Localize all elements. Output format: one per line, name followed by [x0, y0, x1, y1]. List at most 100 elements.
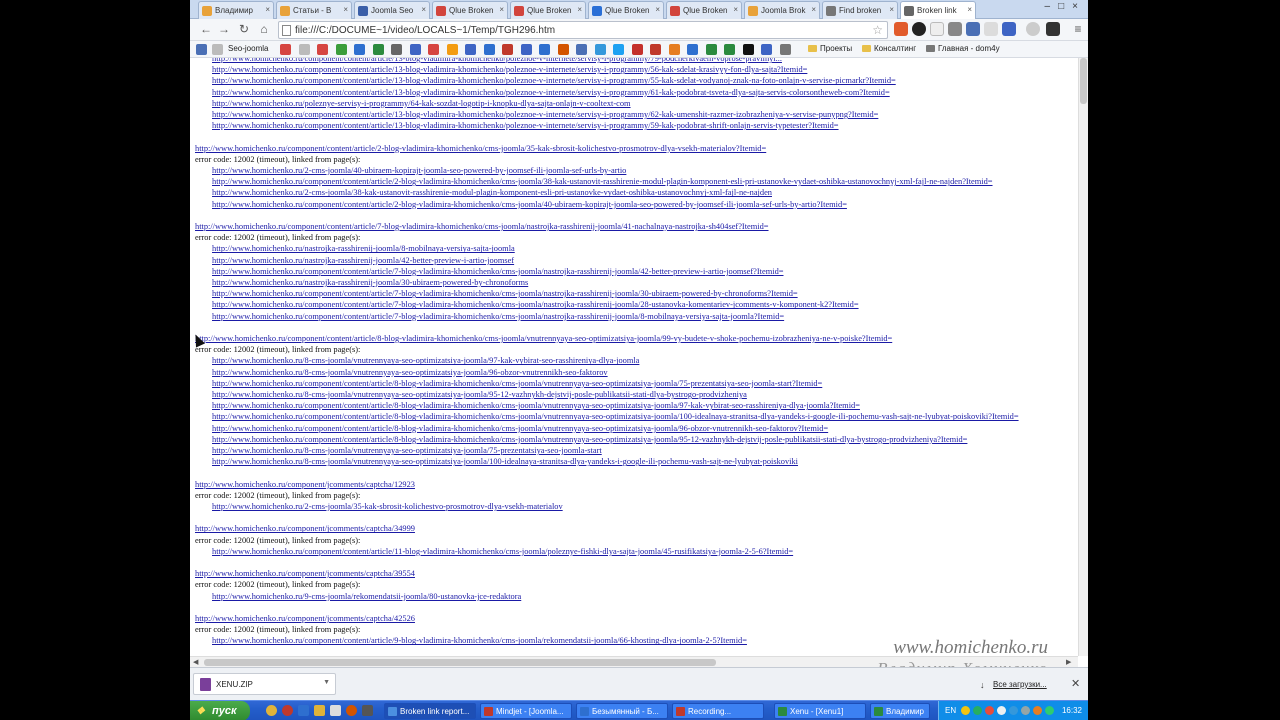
- referrer-link[interactable]: http://www.homichenko.ru/component/conte…: [212, 109, 878, 120]
- taskbar-button[interactable]: Владимир: [870, 703, 930, 719]
- home-icon[interactable]: ⌂: [256, 22, 272, 36]
- extension-icon[interactable]: [966, 22, 980, 36]
- bookmark-icon[interactable]: [465, 44, 476, 55]
- referrer-link[interactable]: http://www.homichenko.ru/poleznye-servis…: [212, 98, 631, 109]
- bookmark-icon[interactable]: [483, 44, 495, 55]
- referrer-link[interactable]: http://www.homichenko.ru/8-cms-joomla/vn…: [212, 355, 639, 366]
- bookmark-icon[interactable]: [335, 44, 347, 55]
- quicklaunch-icon[interactable]: [314, 705, 325, 716]
- referrer-link[interactable]: http://www.homichenko.ru/8-cms-joomla/vn…: [212, 389, 747, 400]
- close-icon[interactable]: ×: [811, 5, 816, 14]
- referrer-link[interactable]: http://www.homichenko.ru/component/conte…: [212, 635, 747, 646]
- close-icon[interactable]: ✕: [1071, 677, 1080, 690]
- broken-link[interactable]: http://www.homichenko.ru/component/jcomm…: [195, 613, 415, 624]
- tray-icon[interactable]: [1033, 706, 1042, 715]
- bookmark-icon[interactable]: [613, 44, 624, 55]
- bookmark-icon[interactable]: [742, 44, 754, 55]
- tray-icon[interactable]: [961, 706, 970, 715]
- extension-icon[interactable]: [1046, 22, 1060, 36]
- bookmark-icon[interactable]: [317, 44, 328, 55]
- referrer-link[interactable]: http://www.homichenko.ru/component/conte…: [212, 546, 793, 557]
- bookmark-icon[interactable]: [705, 44, 717, 55]
- quicklaunch-icon[interactable]: [330, 705, 341, 716]
- referrer-link[interactable]: http://www.homichenko.ru/component/conte…: [212, 434, 967, 445]
- bookmark-seo-joomla[interactable]: Seo-joomla: [228, 44, 268, 53]
- broken-link[interactable]: http://www.homichenko.ru/component/conte…: [195, 333, 892, 344]
- extension-icon[interactable]: [1026, 22, 1040, 36]
- tray-icon[interactable]: [997, 706, 1006, 715]
- reload-icon[interactable]: ↻: [236, 22, 252, 36]
- extension-icon[interactable]: [1002, 22, 1016, 36]
- bookmark-icon[interactable]: [687, 44, 698, 55]
- referrer-link[interactable]: http://www.homichenko.ru/8-cms-joomla/vn…: [212, 456, 798, 467]
- referrer-link[interactable]: http://www.homichenko.ru/8-cms-joomla/vn…: [212, 367, 608, 378]
- referrer-link[interactable]: http://www.homichenko.ru/9-cms-joomla/re…: [212, 591, 521, 602]
- referrer-link[interactable]: http://www.homichenko.ru/component/conte…: [212, 75, 896, 86]
- broken-link[interactable]: http://www.homichenko.ru/component/conte…: [195, 143, 766, 154]
- tab[interactable]: Joomla Seo ×: [354, 1, 430, 19]
- extension-icon[interactable]: [948, 22, 962, 36]
- quicklaunch-icon[interactable]: [298, 705, 309, 716]
- close-icon[interactable]: ×: [499, 5, 504, 14]
- back-icon[interactable]: ←: [198, 22, 214, 36]
- bookmark-icon[interactable]: [594, 44, 606, 55]
- bookmark-icon[interactable]: [354, 44, 365, 55]
- extension-icon[interactable]: [912, 22, 926, 36]
- extension-icon[interactable]: [984, 22, 998, 36]
- bookmark-icon[interactable]: [212, 44, 223, 55]
- quicklaunch-icon[interactable]: [346, 705, 357, 716]
- tab[interactable]: Qlue Broken ×: [510, 1, 586, 19]
- bookmark-icon[interactable]: [391, 44, 402, 55]
- bookmark-icon[interactable]: [280, 44, 291, 55]
- menu-icon[interactable]: ≡: [1070, 22, 1086, 36]
- close-icon[interactable]: ×: [655, 5, 660, 14]
- bookmark-folder-projects[interactable]: Проекты: [808, 44, 852, 53]
- taskbar-button[interactable]: Xenu - [Xenu1]: [774, 703, 866, 719]
- chevron-down-icon[interactable]: ▼: [323, 679, 330, 686]
- language-indicator[interactable]: EN: [945, 706, 956, 715]
- referrer-link[interactable]: http://www.homichenko.ru/nastrojka-rassh…: [212, 243, 515, 254]
- scroll-left-icon[interactable]: ◀: [193, 658, 198, 666]
- tab[interactable]: Find broken ×: [822, 1, 898, 19]
- close-icon[interactable]: ×: [733, 5, 738, 14]
- bookmark-icon[interactable]: [650, 44, 661, 55]
- bookmark-icon[interactable]: [446, 44, 458, 55]
- referrer-link[interactable]: http://www.homichenko.ru/2-cms-joomla/40…: [212, 165, 626, 176]
- broken-link[interactable]: http://www.homichenko.ru/component/jcomm…: [195, 523, 415, 534]
- address-bar[interactable]: file:///C:/DOCUME~1/video/LOCALS~1/Temp/…: [278, 21, 888, 39]
- referrer-link[interactable]: http://www.homichenko.ru/component/conte…: [212, 378, 822, 389]
- bookmark-apps-icon[interactable]: [196, 44, 207, 55]
- broken-link[interactable]: http://www.homichenko.ru/component/conte…: [195, 221, 769, 232]
- tray-icon[interactable]: [973, 706, 982, 715]
- close-icon[interactable]: ×: [577, 5, 582, 14]
- tab[interactable]: Broken link ×: [900, 1, 976, 19]
- referrer-link[interactable]: http://www.homichenko.ru/component/conte…: [212, 288, 798, 299]
- quicklaunch-icon[interactable]: [362, 705, 373, 716]
- broken-link[interactable]: http://www.homichenko.ru/component/jcomm…: [195, 479, 415, 490]
- referrer-link[interactable]: http://www.homichenko.ru/component/conte…: [212, 64, 807, 75]
- bookmark-icon[interactable]: [557, 44, 569, 55]
- bookmark-icon[interactable]: [668, 44, 680, 55]
- bookmark-icon[interactable]: [761, 44, 772, 55]
- referrer-link[interactable]: http://www.homichenko.ru/component/conte…: [212, 423, 828, 434]
- bookmark-icon[interactable]: [298, 44, 310, 55]
- bookmark-icon[interactable]: [409, 44, 421, 55]
- taskbar-button[interactable]: Безымянный - Б...: [576, 703, 668, 719]
- quicklaunch-icon[interactable]: [266, 705, 277, 716]
- tab[interactable]: Статьи - В ×: [276, 1, 352, 19]
- window-controls[interactable]: –□×: [1045, 1, 1086, 12]
- bookmark-icon[interactable]: [724, 44, 735, 55]
- vertical-scrollbar[interactable]: [1078, 58, 1088, 656]
- start-button[interactable]: ❖ пуск: [190, 701, 250, 720]
- referrer-link[interactable]: http://www.homichenko.ru/nastrojka-rassh…: [212, 255, 514, 266]
- referrer-link[interactable]: http://www.homichenko.ru/component/conte…: [212, 120, 839, 131]
- extension-icon[interactable]: [894, 22, 908, 36]
- referrer-link[interactable]: http://www.homichenko.ru/component/conte…: [212, 87, 890, 98]
- bookmark-icon[interactable]: [539, 44, 550, 55]
- tab[interactable]: Qlue Broken ×: [432, 1, 508, 19]
- bookmark-icon[interactable]: [631, 44, 643, 55]
- referrer-link[interactable]: http://www.homichenko.ru/component/conte…: [212, 411, 1019, 422]
- quicklaunch-icon[interactable]: [282, 705, 293, 716]
- tab[interactable]: Joomla Brok ×: [744, 1, 820, 19]
- download-item[interactable]: XENU.ZIP ▼: [193, 673, 336, 695]
